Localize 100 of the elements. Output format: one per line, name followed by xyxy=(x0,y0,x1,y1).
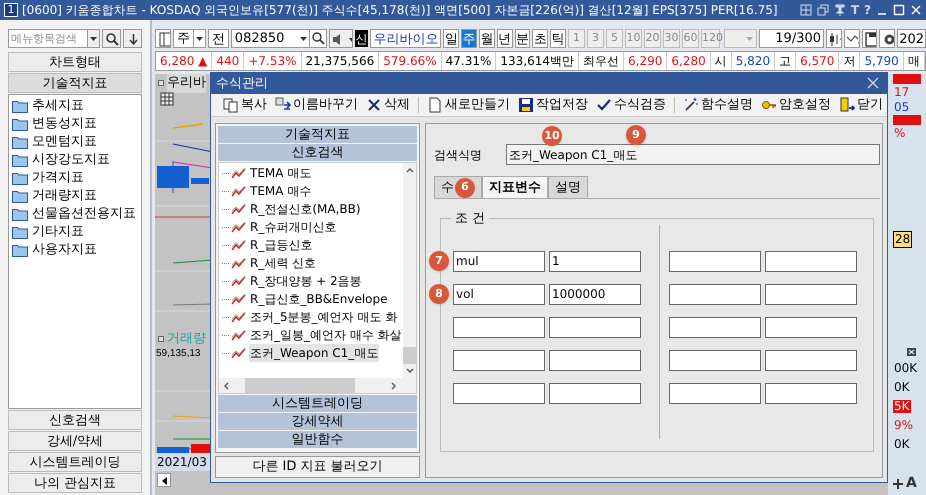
formula-item[interactable]: TEMA 매수 xyxy=(249,182,312,200)
maximize-icon[interactable] xyxy=(893,4,905,16)
variable-value-field[interactable] xyxy=(765,383,857,404)
candle-add-icon[interactable] xyxy=(826,29,842,48)
variable-name-field[interactable] xyxy=(669,284,761,305)
variable-name-field[interactable] xyxy=(669,383,761,404)
sidebar-section[interactable]: 차트형태 xyxy=(8,52,142,72)
toolbar-button[interactable]: 삭제 xyxy=(366,95,410,114)
tab[interactable]: 지표변수 xyxy=(482,176,548,198)
variable-value-field[interactable]: 1 xyxy=(549,251,641,272)
settings-icon[interactable] xyxy=(879,29,896,48)
collapse-icon[interactable] xyxy=(907,348,916,356)
prev-button[interactable]: 전 xyxy=(208,29,229,48)
close-icon[interactable] xyxy=(867,77,879,90)
period-tab[interactable]: 년 xyxy=(496,29,513,48)
sidebar-section[interactable]: 시스템트레이딩 xyxy=(8,452,142,472)
pin-icon[interactable] xyxy=(834,4,846,16)
tab[interactable]: 수 6 xyxy=(434,176,482,198)
variable-name-field[interactable]: vol xyxy=(453,284,545,305)
sidebar-section[interactable]: 나의 관심지표 xyxy=(8,473,142,493)
layout-icon[interactable] xyxy=(800,4,812,16)
tree-item[interactable]: 사용자지표 xyxy=(32,240,97,260)
interval-button[interactable]: 분 xyxy=(514,29,530,48)
sidebar-section[interactable]: 기술적지표 xyxy=(8,73,142,93)
load-other-id-button[interactable]: 다른 ID 지표 불러오기 xyxy=(215,456,420,478)
horizontal-scrollbar[interactable] xyxy=(219,378,416,393)
category-header[interactable]: 시스템트레이딩 xyxy=(218,395,417,412)
table-icon[interactable] xyxy=(160,92,174,106)
formula-item[interactable]: R_장대양봉 + 2음봉 xyxy=(249,272,363,290)
tree-item[interactable]: 변동성지표 xyxy=(32,114,97,134)
toolbar-button[interactable]: 작업저장 xyxy=(518,95,588,114)
speaker-icon[interactable] xyxy=(329,29,353,48)
formula-item[interactable]: R_슈퍼개미신호 xyxy=(249,218,338,236)
tree-item[interactable]: 거래량지표 xyxy=(32,186,97,206)
font-button[interactable]: A xyxy=(906,473,917,494)
formula-item[interactable]: R_전설신호(MA,BB) xyxy=(249,200,362,218)
dropdown-arrow-icon[interactable] xyxy=(300,36,307,40)
toolbar-button[interactable]: 새로만들기 xyxy=(427,95,510,114)
variable-name-field[interactable] xyxy=(669,350,761,371)
variable-value-field[interactable] xyxy=(765,317,857,338)
formula-item[interactable]: R_급등신호 xyxy=(249,236,314,254)
formula-item[interactable]: 조커_Weapon C1_매도 xyxy=(249,344,380,362)
interval-button[interactable]: 초 xyxy=(532,29,548,48)
category-header[interactable]: 강세약세 xyxy=(218,413,417,430)
tree-item[interactable]: 기타지표 xyxy=(32,222,84,242)
variable-value-field[interactable] xyxy=(549,317,641,338)
toolbar-button[interactable]: 이름바꾸기 xyxy=(275,95,358,114)
formula-item[interactable]: TEMA 매도 xyxy=(249,164,312,182)
variable-name-field[interactable]: mul xyxy=(453,251,545,272)
toolbar-button[interactable]: 함수설명 xyxy=(683,95,753,114)
formula-item[interactable]: 조커_일봉_예언자 매수 화살 xyxy=(249,326,403,344)
category-header[interactable]: 신호검색 xyxy=(218,144,417,161)
tree-item[interactable]: 선물옵션전용지표 xyxy=(32,204,136,224)
scroll-thumb[interactable] xyxy=(245,378,355,393)
tree-item[interactable]: 가격지표 xyxy=(32,168,84,188)
period-tab[interactable]: 주 xyxy=(461,29,477,48)
tab[interactable]: 설명 xyxy=(548,176,588,198)
variable-name-field[interactable] xyxy=(669,317,761,338)
toolbar-button[interactable]: 수식검증 xyxy=(596,95,666,114)
formula-item[interactable]: R_세력 신호 xyxy=(249,254,318,272)
formula-item[interactable]: 조커_5분봉_예언자 매도 화 xyxy=(249,308,398,326)
variable-value-field[interactable] xyxy=(765,284,857,305)
variable-name-field[interactable] xyxy=(453,350,545,371)
category-header[interactable]: 기술적지표 xyxy=(218,126,417,143)
menu-search-field[interactable]: 메뉴항목검색 xyxy=(8,29,88,48)
sidebar-section[interactable]: 신호검색 xyxy=(8,410,142,430)
interval-button[interactable]: 틱 xyxy=(550,29,566,48)
search-icon[interactable] xyxy=(309,30,326,47)
variable-value-field[interactable] xyxy=(765,350,857,371)
formula-item[interactable]: R_급신호_BB&Envelope xyxy=(249,290,389,308)
title-bar-button[interactable]: T xyxy=(850,1,860,19)
toolbar-button[interactable]: 닫기 xyxy=(839,95,883,114)
toolbar-button[interactable]: 암호설정 xyxy=(761,95,831,114)
restore-icon[interactable] xyxy=(816,4,829,16)
variable-name-field[interactable] xyxy=(453,317,545,338)
search-icon[interactable] xyxy=(102,29,121,48)
variable-value-field[interactable] xyxy=(549,350,641,371)
dropdown-arrow-icon[interactable] xyxy=(196,36,203,40)
variable-value-field[interactable] xyxy=(549,383,641,404)
tree-item[interactable]: 시장강도지표 xyxy=(32,150,110,170)
variable-value-field[interactable] xyxy=(765,251,857,272)
variable-name-field[interactable] xyxy=(453,383,545,404)
period-dropdown[interactable]: 주 xyxy=(172,29,206,48)
panel-toggle-icon[interactable] xyxy=(155,29,171,48)
scroll-thumb[interactable] xyxy=(402,347,416,364)
plus-icon[interactable] xyxy=(893,478,903,488)
vertical-scrollbar[interactable] xyxy=(402,163,416,378)
sidebar-section[interactable]: 강세/약세 xyxy=(8,431,142,451)
tree-item[interactable]: 모멘텀지표 xyxy=(32,132,97,152)
title-bar-button[interactable]: ? xyxy=(864,1,871,19)
stock-name-field[interactable]: 우리바이오 xyxy=(370,29,442,48)
variable-name-field[interactable] xyxy=(669,251,761,272)
scroll-left-icon[interactable] xyxy=(157,473,171,487)
category-header[interactable]: 일반함수 xyxy=(218,431,417,448)
bar-count-field[interactable]: 19 xyxy=(760,28,792,48)
stock-code-field[interactable]: 082850 xyxy=(230,29,328,48)
floppy-disk-icon[interactable] xyxy=(862,29,878,48)
line-add-icon[interactable] xyxy=(844,29,860,48)
dropdown-arrow-icon[interactable] xyxy=(90,36,97,40)
period-tab[interactable]: 일 xyxy=(443,29,460,48)
